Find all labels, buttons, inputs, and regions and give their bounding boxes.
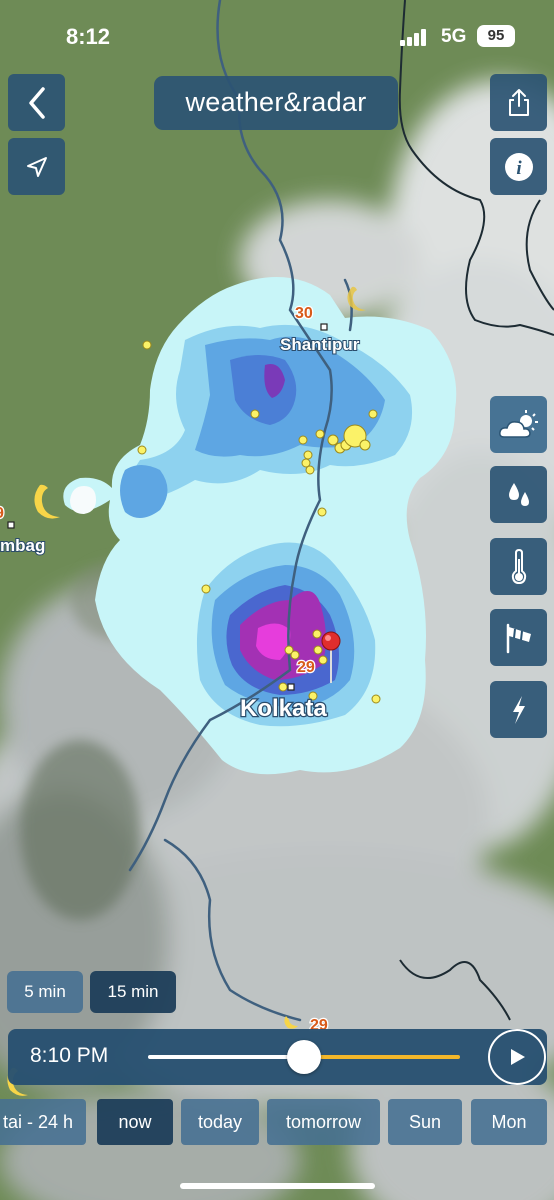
- app-logo: weather&radar: [154, 76, 398, 130]
- layer-temperature-button[interactable]: [490, 538, 547, 595]
- range-today-tab[interactable]: today: [181, 1099, 259, 1145]
- locate-button[interactable]: [8, 138, 65, 195]
- home-indicator[interactable]: [180, 1183, 375, 1189]
- share-icon: [508, 88, 529, 116]
- info-button[interactable]: i: [490, 138, 547, 195]
- layer-precipitation-button[interactable]: [490, 466, 547, 523]
- town-label-left: mbag: [0, 536, 45, 555]
- info-icon: i: [504, 152, 533, 181]
- svg-text:i: i: [516, 158, 522, 179]
- interval-5min-button[interactable]: 5 min: [7, 971, 83, 1013]
- chevron-left-icon: [28, 86, 45, 119]
- player-time: 8:10 PM: [30, 1044, 109, 1067]
- time-range-tabs: tai - 24 h now today tomorrow Sun Mon: [0, 1099, 554, 1145]
- cloud-sun-icon: [498, 409, 538, 438]
- temp-label-left: 9: [0, 505, 4, 522]
- timeline-player: 8:10 PM: [8, 1029, 547, 1085]
- network-type: 5G: [441, 26, 467, 47]
- town-label-shantipur: Shantipur: [280, 335, 360, 354]
- back-button[interactable]: [8, 74, 65, 131]
- drops-icon: [508, 482, 529, 506]
- timeline-track-future[interactable]: [304, 1055, 460, 1059]
- temp-label-top: 30: [295, 305, 313, 322]
- battery-indicator: 95: [477, 25, 515, 47]
- layer-wind-button[interactable]: [490, 609, 547, 666]
- location-arrow-icon: [26, 156, 47, 177]
- range-24h-tab[interactable]: tai - 24 h: [0, 1099, 86, 1145]
- temp-label-city: 29: [297, 659, 315, 676]
- windsock-icon: [506, 623, 531, 653]
- layer-lightning-button[interactable]: [490, 681, 547, 738]
- status-bar: 8:12 5G 95: [0, 0, 554, 70]
- timeline-slider-handle[interactable]: [287, 1040, 321, 1074]
- range-tomorrow-tab[interactable]: tomorrow: [267, 1099, 380, 1145]
- city-label-kolkata: Kolkata: [240, 695, 327, 722]
- lightning-icon: [512, 695, 525, 724]
- play-icon: [511, 1049, 525, 1065]
- range-sun-tab[interactable]: Sun: [388, 1099, 462, 1145]
- status-time: 8:12: [66, 24, 111, 49]
- thermometer-icon: [511, 548, 526, 584]
- range-24h-label: - 24 h: [27, 1112, 74, 1132]
- layer-weather-button[interactable]: [490, 396, 547, 453]
- range-now-tab[interactable]: now: [97, 1099, 173, 1145]
- range-mon-tab[interactable]: Mon: [471, 1099, 547, 1145]
- share-button[interactable]: [490, 74, 547, 131]
- play-button[interactable]: [488, 1029, 546, 1085]
- range-left-fragment: tai: [2, 1112, 22, 1132]
- timeline-track-past[interactable]: [148, 1055, 304, 1059]
- interval-15min-button[interactable]: 15 min: [90, 971, 176, 1013]
- radar-map[interactable]: 30 Shantipur 9 mbag 29 Kolkata 29: [0, 0, 554, 1200]
- cellular-signal-icon: [400, 28, 434, 46]
